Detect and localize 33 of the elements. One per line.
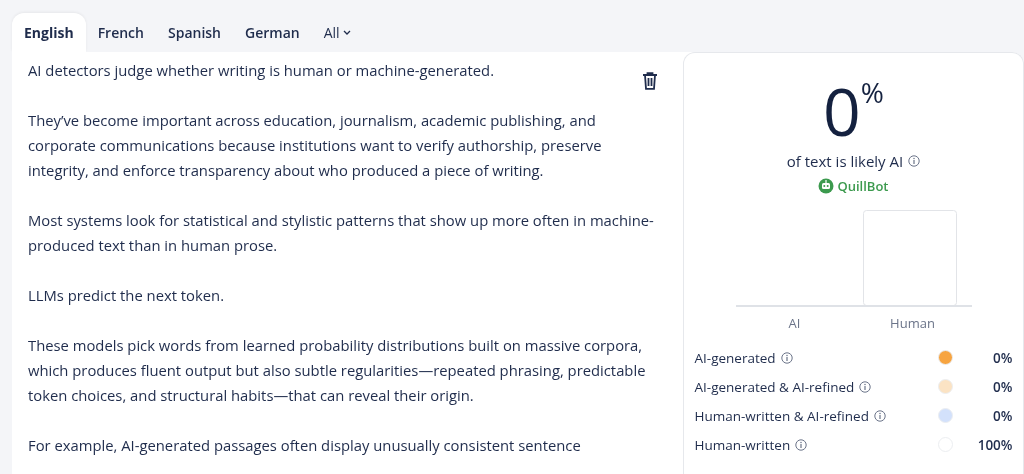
- legend-value: 0%: [992, 406, 1013, 425]
- info-icon[interactable]: [859, 380, 872, 393]
- info-icon[interactable]: [780, 351, 793, 364]
- language-dropdown[interactable]: All: [311, 13, 363, 52]
- trash-icon[interactable]: [642, 72, 658, 90]
- legend-label: Human-written & AI-refined: [694, 406, 869, 425]
- language-tab[interactable]: Spanish: [155, 13, 233, 52]
- legend-label: AI-generated: [694, 348, 776, 367]
- percent-sign: %: [860, 77, 884, 107]
- brand-name: QuillBot: [837, 177, 889, 195]
- legend-label: AI-generated & AI-refined: [694, 377, 855, 396]
- legend-value: 0%: [992, 348, 1013, 367]
- robot-logo-icon: [818, 178, 835, 194]
- language-tab[interactable]: French: [85, 13, 156, 52]
- paragraph: Most systems look for statistical and stylistic patterns that show up more often in machine-produced text than in human prose.: [28, 209, 655, 257]
- paragraph: For example, AI-generated passages often display unusually consistent sentence: [28, 434, 581, 457]
- paragraph: They’ve become important across education, journalism, academic publishing, and corporate communications because institutions want to verify authorship, preserve integrity, and enforce transparency about who produced a piece of writing.: [28, 109, 603, 182]
- language-tab[interactable]: German: [233, 13, 312, 52]
- info-icon[interactable]: [908, 155, 921, 167]
- legend-value: 0%: [992, 377, 1013, 396]
- chevron-down-icon: [342, 30, 351, 35]
- legend-label: Human-written: [694, 435, 791, 454]
- info-icon[interactable]: [795, 438, 808, 451]
- info-icon[interactable]: [873, 409, 886, 422]
- ai-score: 0: [823, 77, 861, 143]
- axis-label: Human: [889, 314, 936, 332]
- paragraph: AI detectors judge whether writing is human or machine-generated.: [28, 59, 495, 82]
- paragraph: LLMs predict the next token.: [28, 284, 225, 307]
- axis-label: AI: [787, 314, 802, 332]
- legend-value: 100%: [976, 435, 1013, 454]
- paragraph: These models pick words from learned probability distributions built on massive corpora, which produces fluent output but also subtle regularities—repeated phrasing, predictable token choices, and structural habits—that can reveal their origin.: [28, 334, 647, 407]
- score-caption: of text is likely AI: [786, 151, 904, 171]
- language-tab[interactable]: English: [12, 13, 86, 52]
